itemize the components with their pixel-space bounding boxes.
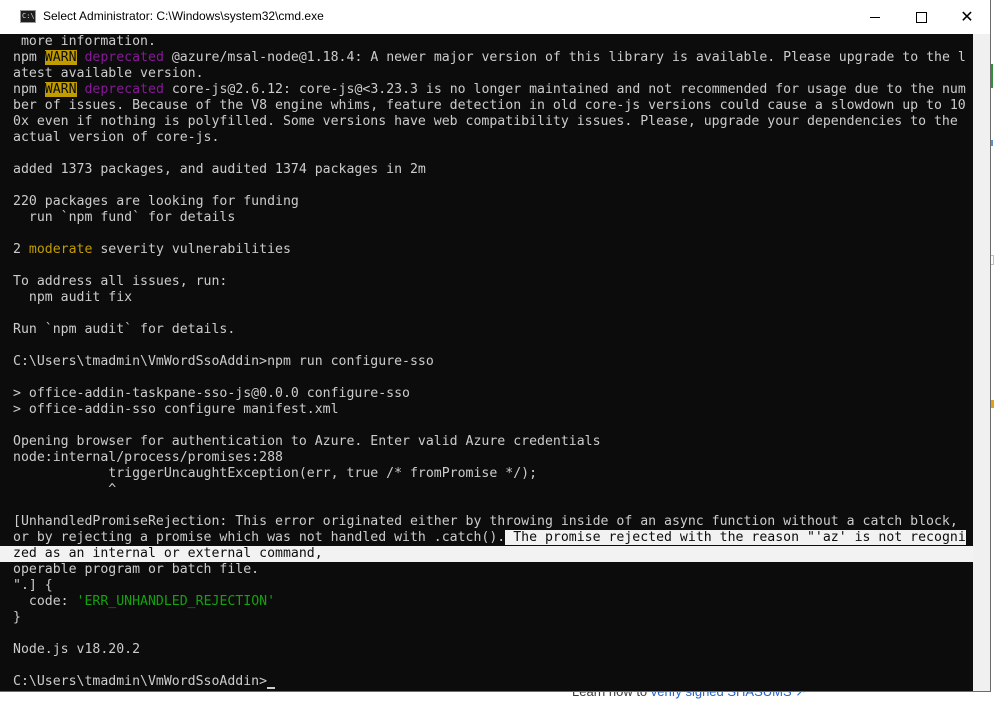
- console-line: actual version of core-js.: [13, 130, 220, 145]
- line-text: core-js@2.6.12: core-js@<3.23.3 is no lo…: [163, 82, 966, 97]
- close-icon: ✕: [960, 7, 974, 26]
- console-line: more information.: [13, 34, 156, 49]
- maximize-icon: [915, 11, 927, 23]
- line-text: npm: [13, 50, 45, 65]
- moderate-label: moderate: [28, 242, 93, 257]
- window-title: Select Administrator: C:\Windows\system3…: [43, 9, 324, 23]
- console-line: Opening browser for authentication to Az…: [13, 434, 601, 449]
- deprecated-label: deprecated: [84, 50, 164, 65]
- console-line: To address all issues, run:: [13, 274, 228, 289]
- warn-badge: WARN: [44, 50, 77, 65]
- console-line: > office-addin-taskpane-sso-js@0.0.0 con…: [13, 386, 410, 401]
- console-line: run `npm fund` for details: [13, 210, 236, 225]
- console-line: [UnhandledPromiseRejection: This error o…: [13, 514, 958, 529]
- console-line: ".] {: [13, 578, 53, 593]
- console-line: C:\Users\tmadmin\VmWordSsoAddin>: [13, 674, 276, 690]
- console-line: npm audit fix: [13, 290, 133, 305]
- console-line: code: 'ERR_UNHANDLED_REJECTION': [13, 594, 275, 610]
- line-text: code:: [13, 594, 77, 609]
- minimize-icon: [870, 16, 880, 18]
- console-line: or by rejecting a promise which was not …: [13, 530, 966, 546]
- close-button[interactable]: ✕: [944, 0, 990, 34]
- console-line: zed as an internal or external command,: [13, 546, 323, 562]
- line-text: severity vulnerabilities: [92, 242, 291, 257]
- console-line: 2 moderate severity vulnerabilities: [13, 242, 291, 258]
- console-line: Node.js v18.20.2: [13, 642, 141, 657]
- console-line: Run `npm audit` for details.: [13, 322, 236, 337]
- selected-text: The promise rejected with the reason "'a…: [505, 530, 966, 545]
- console-scrollbar[interactable]: [973, 34, 990, 691]
- maximize-button[interactable]: [898, 0, 944, 34]
- text-cursor: [267, 687, 276, 689]
- line-text: npm: [13, 82, 45, 97]
- console-line: atest available version.: [13, 66, 204, 81]
- deprecated-label: deprecated: [84, 82, 164, 97]
- console-line: 0x even if nothing is polyfilled. Some v…: [13, 114, 958, 129]
- console-line: npm WARN deprecated @azure/msal-node@1.1…: [13, 50, 966, 66]
- cmd-window[interactable]: Select Administrator: C:\Windows\system3…: [0, 0, 991, 692]
- minimize-button[interactable]: [852, 0, 898, 34]
- console-line: 220 packages are looking for funding: [13, 194, 299, 209]
- console-line: ^: [13, 482, 117, 497]
- console-output[interactable]: more information. npm WARN deprecated @az…: [0, 34, 973, 691]
- cmd-icon[interactable]: [20, 10, 36, 23]
- console-line: > office-addin-sso configure manifest.xm…: [13, 402, 339, 417]
- console-line: triggerUncaughtException(err, true /* fr…: [13, 466, 538, 481]
- error-code-string: 'ERR_UNHANDLED_REJECTION': [76, 594, 276, 609]
- line-text: or by rejecting a promise which was not …: [13, 530, 506, 545]
- console-line: C:\Users\tmadmin\VmWordSsoAddin>npm run …: [13, 354, 434, 369]
- console-line: npm WARN deprecated core-js@2.6.12: core…: [13, 82, 966, 98]
- console-line: added 1373 packages, and audited 1374 pa…: [13, 162, 426, 177]
- console-line: operable program or batch file.: [13, 562, 260, 577]
- title-bar[interactable]: Select Administrator: C:\Windows\system3…: [0, 0, 990, 34]
- console-line: ber of issues. Because of the V8 engine …: [13, 98, 966, 113]
- console-line: node:internal/process/promises:288: [13, 450, 283, 465]
- line-text: @azure/msal-node@1.18.4: A newer major v…: [163, 50, 966, 65]
- line-text: 2: [13, 242, 29, 257]
- warn-badge: WARN: [44, 82, 77, 97]
- console-line: }: [13, 610, 21, 625]
